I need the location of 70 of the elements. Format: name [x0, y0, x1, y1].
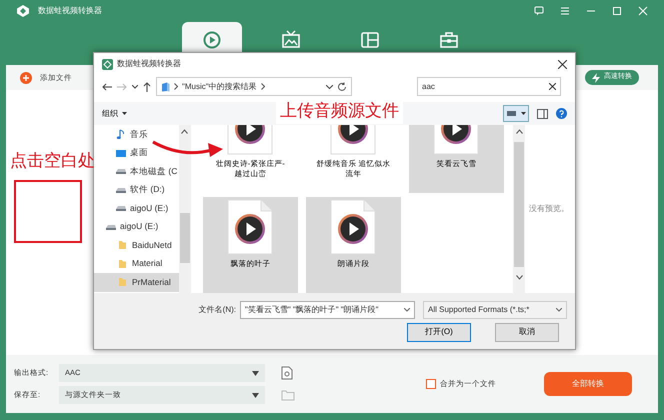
- app-title: 数据蛙视频转换器: [38, 5, 102, 17]
- open-button[interactable]: 打开(O): [407, 322, 471, 342]
- organize-menu[interactable]: 组织: [102, 108, 127, 120]
- file-type-dropdown[interactable]: All Supported Formats (*.ts;*: [423, 300, 567, 318]
- caret-icon: [252, 370, 259, 376]
- annotation-text: 点击空白处: [10, 150, 95, 172]
- folder-icon: [118, 277, 128, 288]
- desktop-icon: [116, 148, 126, 158]
- tv-icon: [281, 30, 301, 50]
- navigation-item[interactable]: aigoU (E:): [94, 218, 160, 236]
- address-path: "Music"中的搜索结果: [182, 80, 257, 92]
- chevron-icon: [174, 83, 178, 90]
- annotation-rectangle: [14, 180, 82, 243]
- scroll-down-icon[interactable]: [516, 275, 523, 280]
- chevron-icon: [260, 83, 265, 90]
- feedback-icon[interactable]: [534, 6, 544, 16]
- search-field[interactable]: aac: [417, 77, 561, 96]
- layout-icon: [360, 30, 380, 50]
- maximize-icon[interactable]: [612, 6, 622, 16]
- scrollbar[interactable]: [513, 125, 526, 293]
- caret-icon[interactable]: [326, 84, 333, 88]
- app-logo-icon: [16, 4, 30, 18]
- address-bar[interactable]: "Music"中的搜索结果: [156, 77, 352, 96]
- music-note-icon: [116, 129, 126, 140]
- mode-tab[interactable]: [182, 22, 242, 52]
- navigation-item[interactable]: Material: [94, 254, 164, 273]
- scroll-up-icon[interactable]: [516, 129, 523, 134]
- annotation-arrow: [152, 138, 224, 160]
- folder-icon: [118, 240, 128, 250]
- clear-icon[interactable]: [549, 83, 556, 90]
- refresh-icon[interactable]: [337, 82, 347, 92]
- preview-pane-icon[interactable]: [537, 108, 548, 118]
- scroll-up-icon[interactable]: [181, 129, 188, 134]
- convert-icon: [202, 30, 222, 50]
- lightning-icon: [592, 72, 600, 82]
- filename-label: 文件名(N):: [198, 304, 236, 316]
- caret-icon: [252, 392, 259, 398]
- cancel-button[interactable]: 取消: [495, 322, 559, 342]
- navigation-item[interactable]: 桌面: [94, 144, 150, 162]
- navigation-item[interactable]: 本地磁盘 (C: [94, 162, 179, 180]
- toolbox-icon: [439, 30, 459, 50]
- app-logo-icon: [102, 58, 113, 70]
- drive-icon: [116, 166, 126, 176]
- audio-file-icon: [330, 199, 376, 255]
- help-icon[interactable]: [556, 108, 567, 119]
- navigation-item[interactable]: PrMaterial: [94, 273, 179, 292]
- scrollbar[interactable]: [178, 125, 191, 293]
- caret-icon: [404, 308, 410, 312]
- dialog-title: 数据蛙视频转换器: [117, 58, 181, 70]
- caret-icon[interactable]: [132, 84, 138, 88]
- menu-icon[interactable]: [560, 6, 570, 16]
- audio-file-icon: [227, 199, 274, 255]
- view-button[interactable]: [503, 105, 529, 122]
- close-icon[interactable]: [558, 60, 567, 68]
- back-arrow-icon[interactable]: [102, 82, 112, 90]
- merge-checkbox[interactable]: [426, 379, 436, 389]
- plus-icon: [20, 72, 32, 84]
- navigation-item[interactable]: aigoU (E:): [94, 199, 170, 218]
- settings-icon[interactable]: [281, 366, 293, 380]
- up-arrow-icon[interactable]: [143, 82, 151, 92]
- folder-icon: [118, 258, 128, 269]
- navigation-item[interactable]: 软件 (D:): [94, 180, 167, 199]
- no-preview-text: 没有预览。: [529, 203, 570, 215]
- drive-icon: [116, 203, 126, 214]
- navigation-item[interactable]: BaiduNetd: [94, 236, 174, 254]
- navigation-item[interactable]: 音乐: [94, 125, 150, 144]
- caret-icon: [556, 308, 562, 312]
- filename-field[interactable]: "笑看云飞雪" "飘落的叶子" "朗诵片段": [240, 300, 415, 318]
- caret-icon: [122, 112, 127, 115]
- library-icon: [161, 82, 170, 92]
